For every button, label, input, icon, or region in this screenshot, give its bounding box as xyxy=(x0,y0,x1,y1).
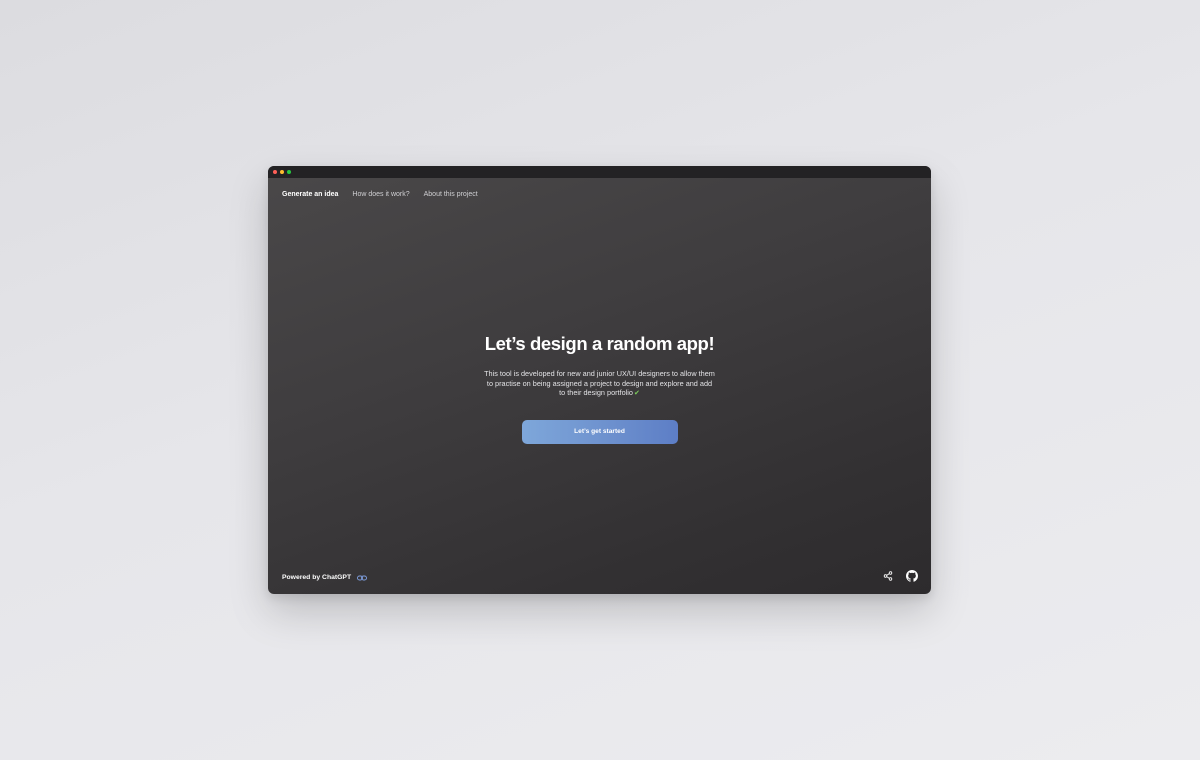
nav-item-how-it-works[interactable]: How does it work? xyxy=(352,191,409,198)
seedling-icon: ✔ xyxy=(633,390,640,397)
top-nav: Generate an idea How does it work? About… xyxy=(282,191,478,198)
footer-actions xyxy=(883,570,918,582)
github-icon[interactable] xyxy=(906,570,918,582)
link-icon[interactable] xyxy=(357,575,368,581)
hero-description-text: This tool is developed for new and junio… xyxy=(484,369,715,397)
get-started-button[interactable]: Let’s get started xyxy=(521,419,678,444)
hero-section: Let’s design a random app! This tool is … xyxy=(268,332,931,444)
maximize-window-icon[interactable] xyxy=(287,170,291,174)
hero-description: This tool is developed for new and junio… xyxy=(484,369,716,399)
powered-by-label: Powered by ChatGPT xyxy=(282,574,352,581)
share-icon[interactable] xyxy=(883,571,893,581)
minimize-window-icon[interactable] xyxy=(280,170,284,174)
page-title: Let’s design a random app! xyxy=(484,333,715,354)
close-window-icon[interactable] xyxy=(273,170,277,174)
footer-attribution: Powered by ChatGPT xyxy=(282,574,368,581)
nav-item-about-project[interactable]: About this project xyxy=(424,191,478,198)
nav-item-generate-idea[interactable]: Generate an idea xyxy=(282,191,338,198)
app-window: Generate an idea How does it work? About… xyxy=(268,166,931,594)
window-titlebar xyxy=(268,166,931,178)
